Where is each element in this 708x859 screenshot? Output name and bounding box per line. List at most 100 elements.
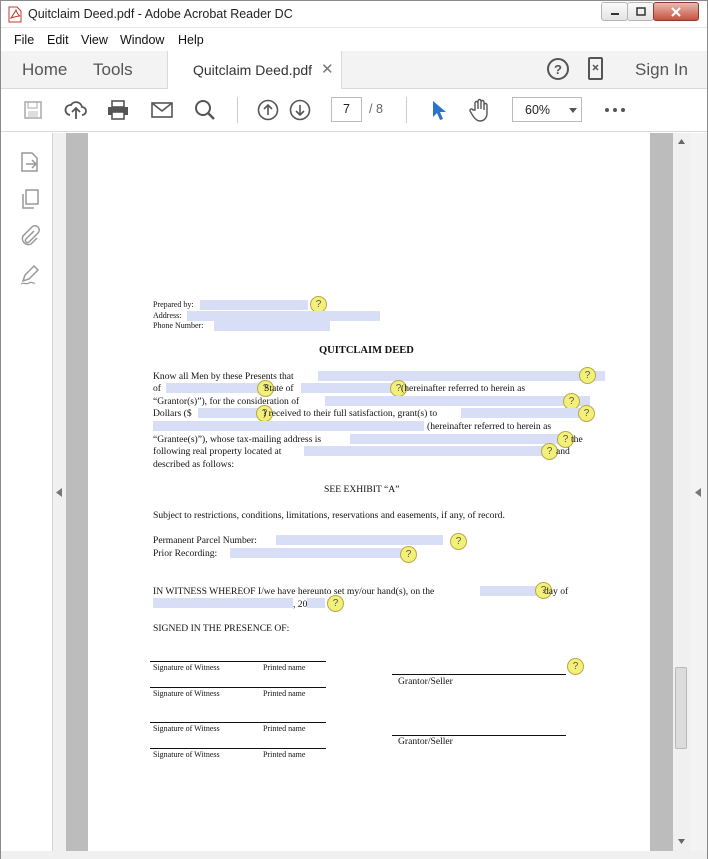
page-up-icon xyxy=(257,99,279,121)
deed-title: QUITCLAIM DEED xyxy=(319,345,414,356)
window-title: Quitclaim Deed.pdf - Adobe Acrobat Reade… xyxy=(28,7,293,21)
grantor-name-field[interactable] xyxy=(318,371,605,381)
consideration-field[interactable] xyxy=(325,396,590,406)
scrollbar-thumb[interactable] xyxy=(675,667,687,749)
more-button[interactable] xyxy=(602,97,628,123)
menu-help[interactable]: Help xyxy=(178,33,204,47)
dollars-label: Dollars ($ xyxy=(153,408,192,419)
pdf-file-icon xyxy=(8,6,22,23)
grantee-name-field[interactable] xyxy=(461,408,589,418)
printed-name-label: Printed name xyxy=(263,750,306,759)
described-label: described as follows: xyxy=(153,459,234,470)
toolbar-divider xyxy=(237,97,238,123)
tab-bar: Home Tools Quitclaim Deed.pdf ✕ ? Sign I… xyxy=(1,51,707,89)
page-number-input[interactable]: 7 xyxy=(331,97,362,122)
month-field[interactable] xyxy=(153,598,293,608)
close-icon xyxy=(671,6,681,17)
menu-bar: File Edit View Window Help xyxy=(1,29,707,51)
fill-sign-icon[interactable] xyxy=(19,263,41,285)
clause-line-1: Know all Men by these Presents that xyxy=(153,371,294,382)
grantor-help-icon[interactable]: ? xyxy=(579,367,596,384)
select-tool-button[interactable] xyxy=(425,97,451,123)
maximize-button[interactable] xyxy=(627,2,654,21)
year-help-icon[interactable]: ? xyxy=(327,595,344,612)
tax-address-field[interactable] xyxy=(350,434,568,444)
mobile-icon[interactable] xyxy=(587,56,605,82)
printed-name-label: Printed name xyxy=(263,724,306,733)
county-field[interactable] xyxy=(166,383,266,393)
chevron-left-icon xyxy=(695,488,701,497)
right-pane-toggle[interactable] xyxy=(690,133,707,851)
organize-pages-icon[interactable] xyxy=(19,188,41,210)
document-tab-label: Quitclaim Deed.pdf xyxy=(193,62,313,78)
close-button[interactable] xyxy=(653,2,699,21)
document-viewer[interactable]: Prepared by: ? Address: Phone Number: QU… xyxy=(66,133,673,851)
received-label: ) received to their full satisfaction, g… xyxy=(263,408,438,419)
address-field[interactable] xyxy=(187,311,380,321)
toolbar: 7 / 8 60% xyxy=(1,89,707,132)
grantor-signature-help-icon[interactable]: ? xyxy=(567,658,584,675)
sign-in-link[interactable]: Sign In xyxy=(635,60,688,80)
witness-signature-label: Signature of Witness xyxy=(153,663,220,672)
svg-text:?: ? xyxy=(554,62,562,77)
chevron-left-icon xyxy=(56,488,62,497)
upload-button[interactable] xyxy=(63,97,89,123)
tab-document[interactable]: Quitclaim Deed.pdf ✕ xyxy=(167,51,342,89)
hand-tool-button[interactable] xyxy=(467,97,493,123)
prior-recording-help-icon[interactable]: ? xyxy=(400,546,417,563)
amount-field[interactable] xyxy=(198,408,263,418)
grantee-continued-field[interactable] xyxy=(153,421,424,431)
witness-signature-line xyxy=(150,687,326,688)
save-icon xyxy=(24,101,42,119)
grantor-signature-line xyxy=(392,674,566,675)
save-button[interactable] xyxy=(20,97,46,123)
state-field[interactable] xyxy=(301,383,401,393)
menu-file[interactable]: File xyxy=(14,33,34,47)
menu-view[interactable]: View xyxy=(81,33,108,47)
of-label: of xyxy=(153,383,161,394)
property-location-field[interactable] xyxy=(304,446,555,456)
prior-recording-field[interactable] xyxy=(230,548,403,558)
search-icon xyxy=(195,100,215,120)
email-button[interactable] xyxy=(149,97,175,123)
pdf-page: Prepared by: ? Address: Phone Number: QU… xyxy=(88,133,650,851)
printed-name-label: Printed name xyxy=(263,689,306,698)
year-field[interactable] xyxy=(307,598,325,608)
exhibit-label: SEE EXHIBIT “A” xyxy=(324,484,400,495)
left-pane-toggle[interactable] xyxy=(53,133,66,851)
more-icon xyxy=(605,108,625,112)
parcel-help-icon[interactable]: ? xyxy=(450,533,467,550)
close-tab-icon[interactable]: ✕ xyxy=(321,60,334,78)
previous-page-button[interactable] xyxy=(255,97,281,123)
signed-presence-label: SIGNED IN THE PRESENCE OF: xyxy=(153,623,290,634)
tab-tools[interactable]: Tools xyxy=(93,60,133,80)
minimize-button[interactable] xyxy=(601,2,628,21)
state-label: State of xyxy=(264,383,294,394)
zoom-select[interactable]: 60% xyxy=(512,97,582,122)
help-icon[interactable]: ? xyxy=(546,57,570,81)
prior-recording-label: Prior Recording: xyxy=(153,548,218,559)
export-pdf-icon[interactable] xyxy=(19,151,41,173)
scroll-down-icon[interactable] xyxy=(678,839,685,844)
left-tools-pane xyxy=(1,133,53,851)
parcel-label: Permanent Parcel Number: xyxy=(153,535,257,546)
print-button[interactable] xyxy=(105,97,131,123)
menu-window[interactable]: Window xyxy=(120,33,164,47)
phone-field[interactable] xyxy=(214,321,330,331)
vertical-scrollbar[interactable] xyxy=(673,133,690,851)
parcel-field[interactable] xyxy=(276,535,443,545)
consideration-label: “Grantor(s)”), for the consideration of xyxy=(153,396,300,407)
scroll-up-icon[interactable] xyxy=(678,139,685,144)
acrobat-window: Quitclaim Deed.pdf - Adobe Acrobat Reade… xyxy=(0,0,708,859)
search-button[interactable] xyxy=(192,97,218,123)
phone-label: Phone Number: xyxy=(153,321,204,330)
grantee-help-icon[interactable]: ? xyxy=(578,405,595,422)
horizontal-scrollbar[interactable] xyxy=(1,851,707,859)
day-of-label: day of xyxy=(544,586,569,597)
next-page-button[interactable] xyxy=(287,97,313,123)
menu-edit[interactable]: Edit xyxy=(47,33,69,47)
the-label: the xyxy=(571,434,583,445)
attachment-icon[interactable] xyxy=(19,225,41,247)
prepared-by-field[interactable] xyxy=(200,300,308,310)
tab-home[interactable]: Home xyxy=(22,60,67,80)
